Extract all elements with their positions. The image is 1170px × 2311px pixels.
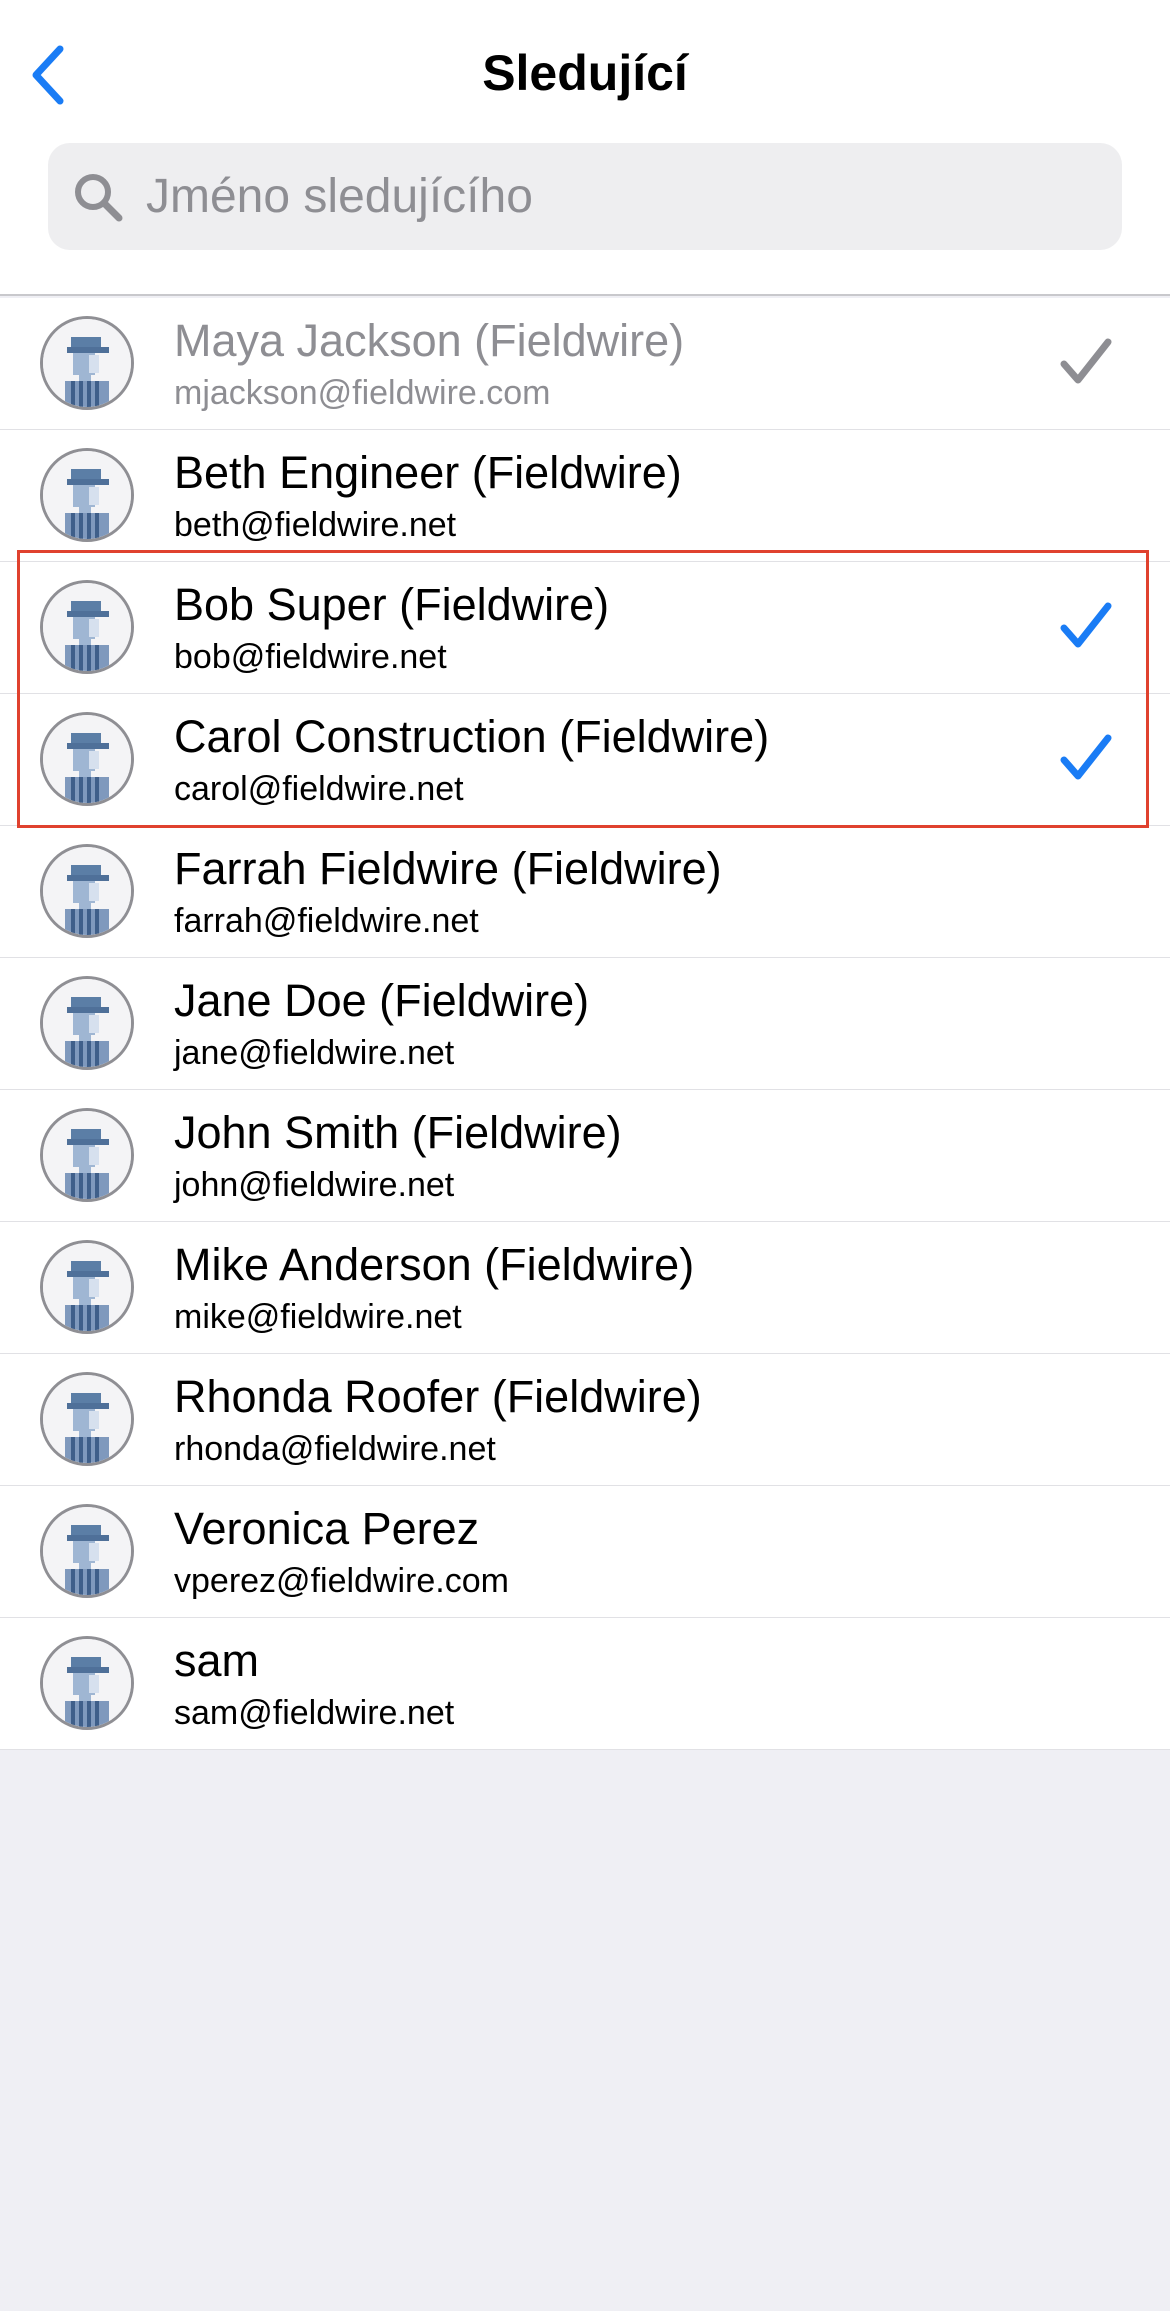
follower-name: Veronica Perez bbox=[174, 1503, 480, 1554]
follower-name: Carol Construction (Fieldwire) bbox=[174, 711, 770, 762]
follower-row[interactable]: Maya Jackson (Fieldwire) mjackson@fieldw… bbox=[0, 298, 1170, 430]
page-title: Sledující bbox=[482, 45, 688, 101]
follower-email: carol@fieldwire.net bbox=[174, 770, 464, 808]
follower-name: John Smith (Fieldwire) bbox=[174, 1107, 622, 1158]
follower-row[interactable]: Mike Anderson (Fieldwire) mike@fieldwire… bbox=[0, 1222, 1170, 1354]
avatar bbox=[40, 1636, 134, 1730]
follower-name: Jane Doe (Fieldwire) bbox=[174, 975, 590, 1026]
follower-row[interactable]: Jane Doe (Fieldwire) jane@fieldwire.net bbox=[0, 958, 1170, 1090]
follower-name: Farrah Fieldwire (Fieldwire) bbox=[174, 843, 722, 894]
follower-email: farrah@fieldwire.net bbox=[174, 902, 479, 940]
follower-name: Maya Jackson (Fieldwire) bbox=[174, 315, 685, 366]
avatar bbox=[40, 448, 134, 542]
navigation-header: Sledující bbox=[0, 0, 1170, 296]
checkmark-icon bbox=[1060, 734, 1112, 780]
avatar bbox=[40, 976, 134, 1070]
checkmark-icon bbox=[1060, 602, 1112, 648]
avatar bbox=[40, 712, 134, 806]
follower-row[interactable]: Veronica Perez vperez@fieldwire.com bbox=[0, 1486, 1170, 1618]
follower-email: sam@fieldwire.net bbox=[174, 1694, 455, 1732]
search-input[interactable] bbox=[146, 143, 1086, 250]
follower-row[interactable]: sam sam@fieldwire.net bbox=[0, 1618, 1170, 1750]
avatar bbox=[40, 1372, 134, 1466]
follower-row[interactable]: Beth Engineer (Fieldwire) beth@fieldwire… bbox=[0, 430, 1170, 562]
follower-email: mjackson@fieldwire.com bbox=[174, 374, 551, 412]
follower-email: jane@fieldwire.net bbox=[174, 1034, 455, 1072]
avatar bbox=[40, 580, 134, 674]
follower-name: sam bbox=[174, 1635, 260, 1686]
follower-email: vperez@fieldwire.com bbox=[174, 1562, 509, 1600]
avatar bbox=[40, 1504, 134, 1598]
follower-email: beth@fieldwire.net bbox=[174, 506, 457, 544]
follower-row[interactable]: Farrah Fieldwire (Fieldwire) farrah@fiel… bbox=[0, 826, 1170, 958]
avatar bbox=[40, 316, 134, 410]
checkmark-icon bbox=[1060, 338, 1112, 384]
follower-row[interactable]: Carol Construction (Fieldwire) carol@fie… bbox=[0, 694, 1170, 826]
avatar bbox=[40, 1240, 134, 1334]
avatar bbox=[40, 844, 134, 938]
follower-name: Beth Engineer (Fieldwire) bbox=[174, 447, 682, 498]
avatar bbox=[40, 1108, 134, 1202]
followers-screen: Sledující Jméno sledujícího Maya Jackson… bbox=[0, 0, 1170, 2311]
follower-email: john@fieldwire.net bbox=[174, 1166, 455, 1204]
follower-email: mike@fieldwire.net bbox=[174, 1298, 462, 1336]
search-bar[interactable] bbox=[48, 143, 1122, 250]
follower-email: bob@fieldwire.net bbox=[174, 638, 447, 676]
follower-email: rhonda@fieldwire.net bbox=[174, 1430, 496, 1468]
search-icon bbox=[72, 171, 124, 223]
follower-row[interactable]: Bob Super (Fieldwire) bob@fieldwire.net bbox=[0, 562, 1170, 694]
follower-name: Rhonda Roofer (Fieldwire) bbox=[174, 1371, 702, 1422]
followers-list: Maya Jackson (Fieldwire) mjackson@fieldw… bbox=[0, 298, 1170, 1750]
follower-row[interactable]: Rhonda Roofer (Fieldwire) rhonda@fieldwi… bbox=[0, 1354, 1170, 1486]
follower-row[interactable]: John Smith (Fieldwire) john@fieldwire.ne… bbox=[0, 1090, 1170, 1222]
follower-name: Bob Super (Fieldwire) bbox=[174, 579, 610, 630]
follower-name: Mike Anderson (Fieldwire) bbox=[174, 1239, 695, 1290]
